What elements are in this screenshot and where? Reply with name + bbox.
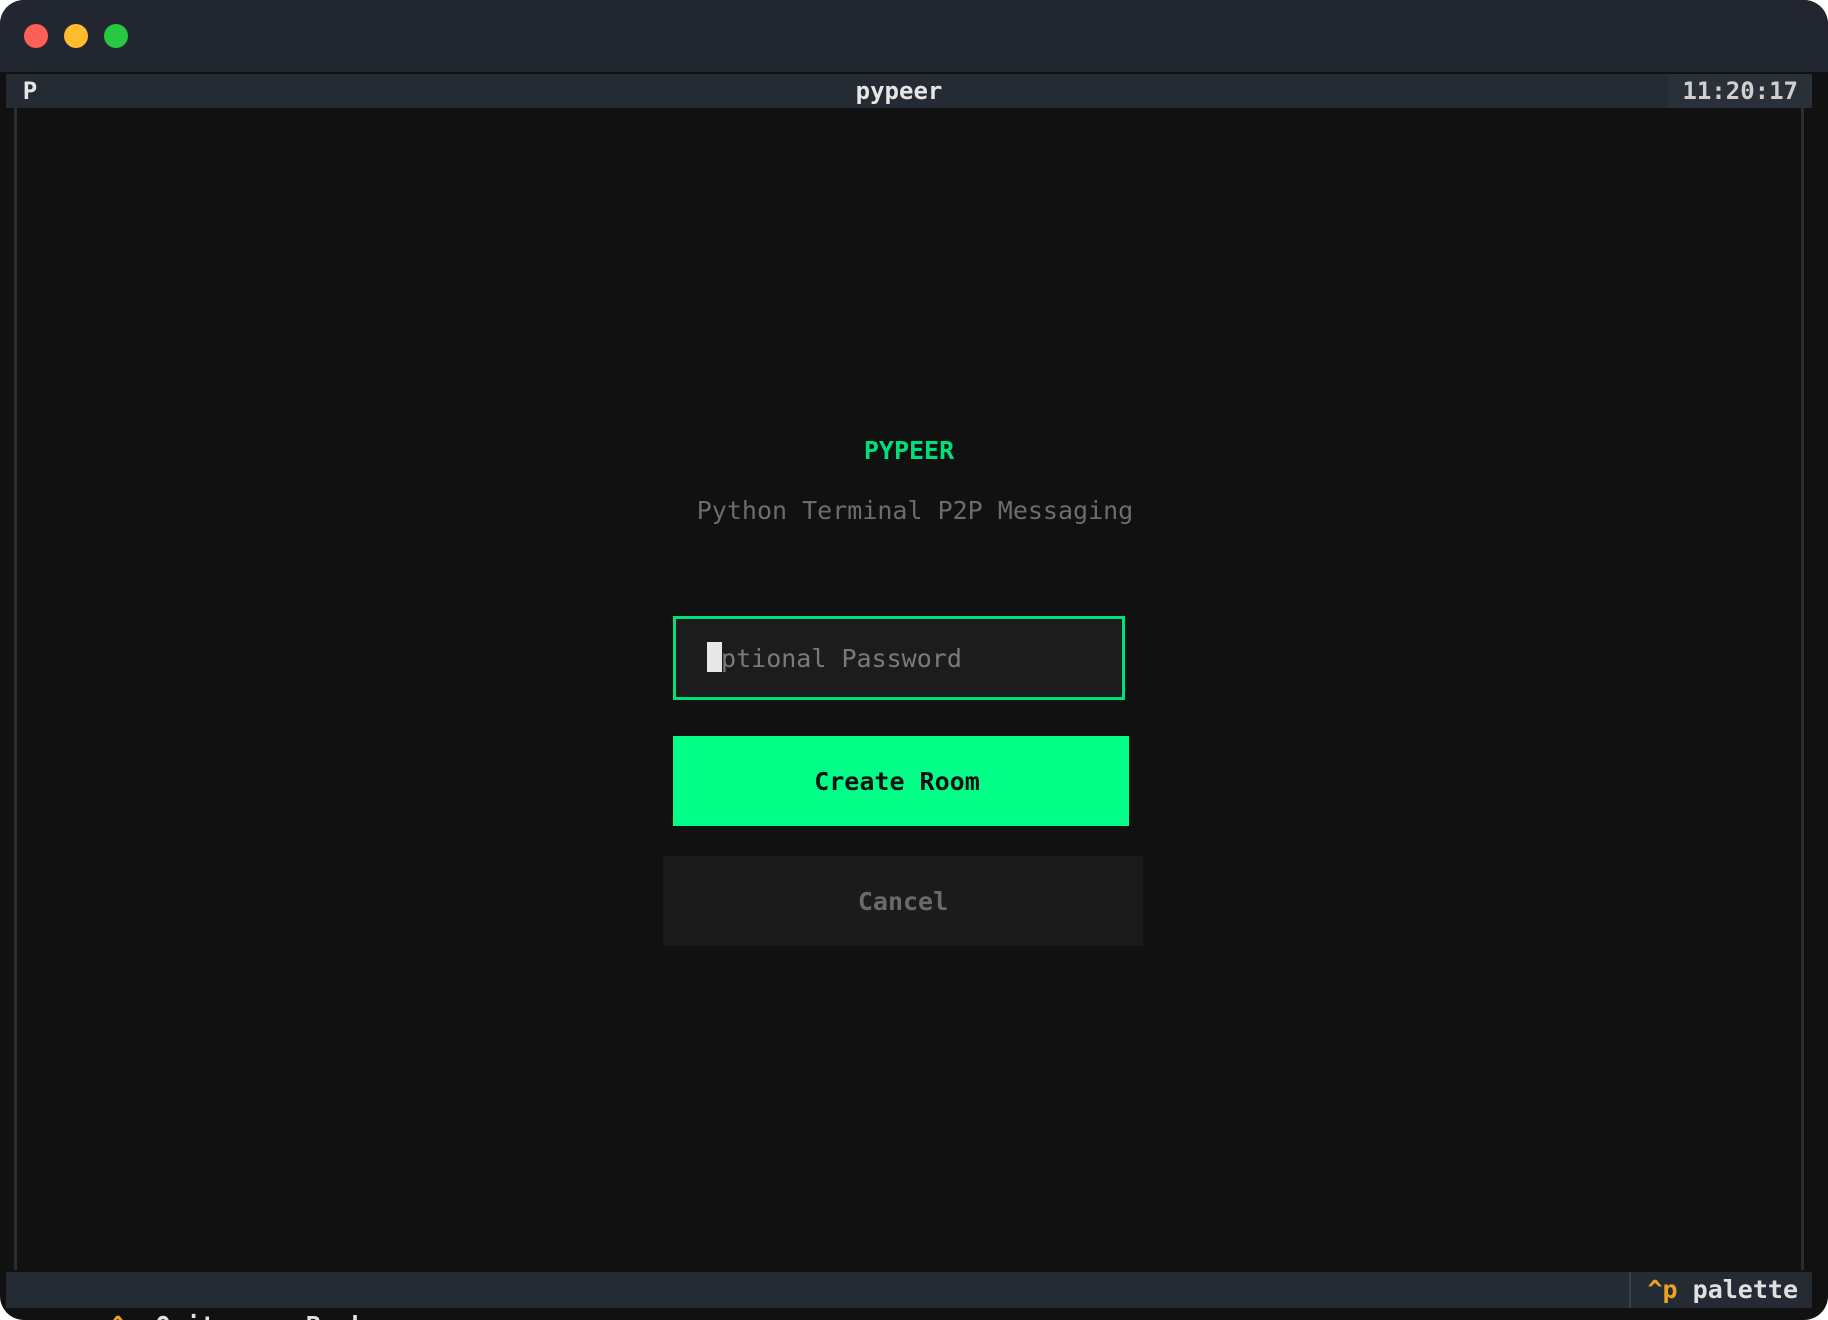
close-window-button[interactable] xyxy=(24,24,48,48)
app-title: PYPEER xyxy=(863,436,955,465)
terminal-window: P pypeer 11:20:17 PYPEER Python Terminal… xyxy=(0,0,1828,1320)
cancel-button[interactable]: Cancel xyxy=(663,856,1143,946)
quit-binding[interactable]: ^q Quit xyxy=(110,1308,215,1320)
minimize-window-button[interactable] xyxy=(64,24,88,48)
footer-keybindings: ^q Quit esc Back ^p palette xyxy=(6,1272,1812,1320)
app-header: P pypeer 11:20:17 xyxy=(6,74,1812,108)
back-binding[interactable]: esc Back xyxy=(246,1308,366,1320)
text-cursor xyxy=(707,642,722,672)
window-chrome xyxy=(0,0,1828,72)
header-clock: 11:20:17 xyxy=(1668,74,1812,108)
app-subtitle: Python Terminal P2P Messaging xyxy=(696,496,1134,525)
quit-label: Quit xyxy=(155,1311,215,1320)
main-screen: PYPEER Python Terminal P2P Messaging Cre… xyxy=(14,108,1804,1270)
palette-binding[interactable]: ^p palette xyxy=(1629,1272,1812,1308)
footer-bindings-left: ^q Quit esc Back xyxy=(20,1272,396,1320)
palette-key: ^p xyxy=(1647,1275,1678,1304)
palette-label: palette xyxy=(1692,1275,1798,1304)
password-input[interactable] xyxy=(706,641,1086,675)
password-field[interactable] xyxy=(673,616,1125,700)
maximize-window-button[interactable] xyxy=(104,24,128,48)
quit-key: ^q xyxy=(110,1311,140,1320)
back-key: esc xyxy=(246,1311,291,1320)
back-label: Back xyxy=(306,1311,366,1320)
header-title: pypeer xyxy=(855,77,943,105)
create-room-button[interactable]: Create Room xyxy=(673,736,1129,826)
